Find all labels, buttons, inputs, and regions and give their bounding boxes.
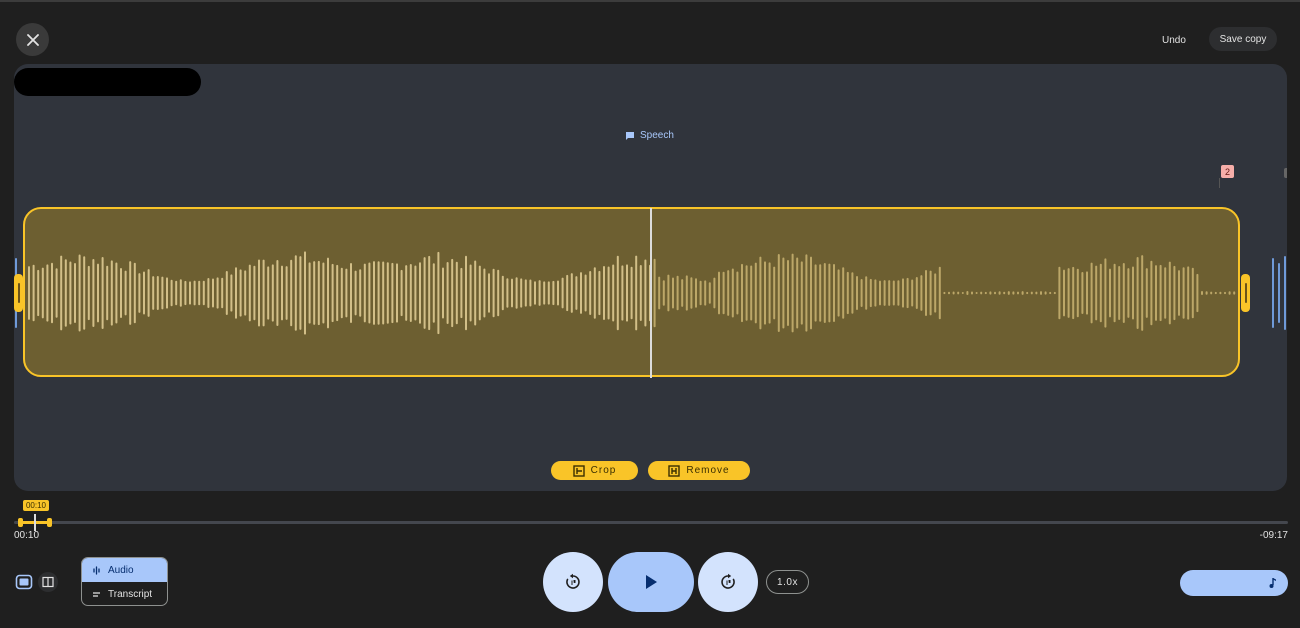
crop-icon [572, 464, 585, 477]
timeline-start-handle[interactable] [18, 518, 23, 527]
audio-clip-button[interactable] [1180, 570, 1288, 596]
split-view-icon [42, 576, 54, 588]
playback-speed-button[interactable]: 1.0x [766, 570, 809, 594]
view-mode-toggle: Audio Transcript [81, 557, 168, 606]
play-button[interactable] [608, 552, 694, 612]
rewind-icon [566, 573, 580, 589]
playhead[interactable] [650, 208, 652, 378]
close-button[interactable] [16, 23, 49, 56]
remove-icon [668, 464, 681, 477]
waveform-bar [1272, 258, 1274, 328]
crop-label: Crop [590, 465, 617, 476]
handle-time-tooltip: 00:10 [23, 500, 49, 511]
selection-end-handle[interactable] [1241, 274, 1250, 312]
transcript-tab[interactable]: Transcript [82, 582, 167, 605]
undo-button[interactable]: Undo [1150, 28, 1198, 52]
top-divider [0, 0, 1300, 2]
rewind-button[interactable] [543, 552, 603, 612]
forward-button[interactable] [698, 552, 758, 612]
remove-label: Remove [686, 465, 730, 476]
remove-button[interactable]: Remove [648, 461, 750, 480]
timeline-end-handle[interactable] [47, 518, 52, 527]
waveform-editor: Speech 2 Crop Remove [14, 64, 1287, 491]
transcript-icon [93, 591, 100, 597]
full-view-icon [15, 574, 33, 590]
audio-wave-icon [93, 565, 100, 575]
full-view-button[interactable] [14, 572, 34, 592]
play-icon [646, 575, 657, 589]
audio-tab[interactable]: Audio [82, 558, 167, 582]
audio-tab-label: Audio [108, 564, 134, 576]
selection-start-handle[interactable] [14, 274, 23, 312]
waveform-bar [1284, 256, 1286, 330]
timeline-scrubber[interactable] [34, 514, 36, 531]
crop-button[interactable]: Crop [551, 461, 638, 480]
remaining-time: -09:17 [1259, 530, 1288, 541]
elapsed-time: 00:10 [14, 530, 40, 541]
waveform-bar [1278, 263, 1280, 323]
selection-region[interactable] [23, 207, 1240, 377]
split-view-button[interactable] [38, 572, 58, 592]
save-copy-button[interactable]: Save copy [1209, 27, 1277, 51]
close-icon [26, 33, 39, 46]
music-note-icon [1269, 578, 1276, 588]
timeline-track[interactable] [14, 521, 1288, 524]
transcript-tab-label: Transcript [108, 588, 153, 600]
forward-icon [721, 573, 735, 589]
